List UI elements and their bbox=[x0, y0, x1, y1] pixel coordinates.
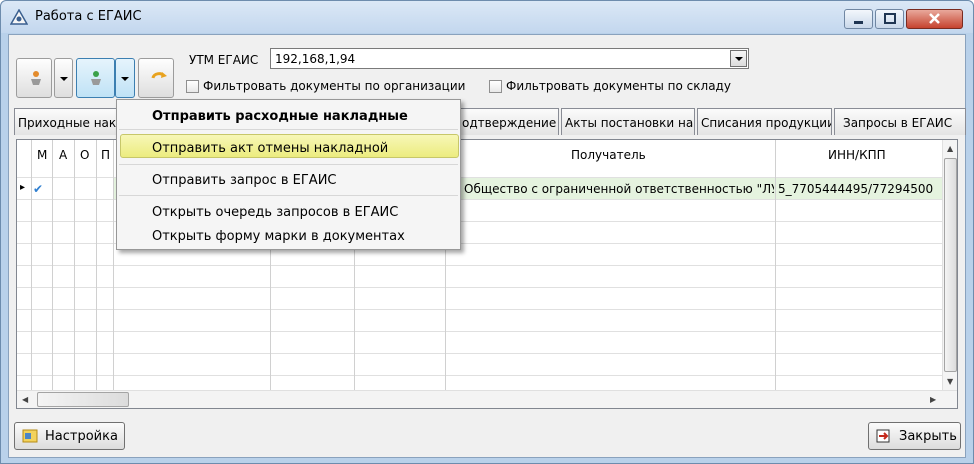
close-label: Закрыть bbox=[899, 429, 957, 444]
title-bar[interactable]: Работа с ЕГАИС bbox=[1, 1, 973, 33]
menu-separator bbox=[119, 164, 458, 165]
exit-icon bbox=[876, 429, 890, 443]
grid-line bbox=[96, 140, 97, 390]
grid-line bbox=[17, 331, 943, 332]
grid-line bbox=[775, 140, 776, 390]
close-window-button[interactable] bbox=[906, 9, 963, 29]
utm-dropdown-button[interactable] bbox=[730, 50, 747, 67]
send-button[interactable] bbox=[76, 58, 115, 98]
horizontal-scrollbar[interactable]: ◀ ▶ bbox=[17, 390, 957, 408]
grid-line bbox=[31, 140, 32, 390]
column-header-o[interactable]: О bbox=[80, 148, 89, 162]
receive-dropdown-button[interactable] bbox=[54, 58, 73, 98]
scroll-down-icon[interactable]: ▼ bbox=[947, 377, 953, 386]
column-header-inn[interactable]: ИНН/КПП bbox=[828, 148, 886, 162]
grid-line bbox=[17, 375, 943, 376]
grid-line bbox=[17, 309, 943, 310]
close-icon bbox=[929, 13, 940, 24]
grid-line bbox=[52, 140, 53, 390]
maximize-button[interactable] bbox=[875, 9, 904, 29]
grid-line bbox=[74, 140, 75, 390]
menu-item-send-request[interactable]: Отправить запрос в ЕГАИС bbox=[152, 173, 337, 188]
grid-line bbox=[113, 140, 114, 390]
scroll-left-icon[interactable]: ◀ bbox=[22, 395, 28, 404]
grid-line bbox=[17, 353, 943, 354]
grid-line bbox=[17, 287, 943, 288]
column-header-p[interactable]: П bbox=[101, 148, 110, 162]
menu-item-open-mark-form[interactable]: Открыть форму марки в документах bbox=[152, 229, 405, 244]
receive-button[interactable] bbox=[16, 58, 52, 98]
upload-icon bbox=[91, 71, 101, 85]
chevron-down-icon bbox=[121, 77, 129, 81]
utm-label: УТМ ЕГАИС bbox=[189, 53, 259, 67]
row-marker-icon: ▸ bbox=[20, 182, 26, 193]
app-icon bbox=[10, 9, 28, 25]
window-title: Работа с ЕГАИС bbox=[35, 9, 142, 24]
tab-writeoffs[interactable]: Списания продукции bbox=[697, 108, 832, 135]
minimize-icon bbox=[854, 21, 863, 24]
minimize-button[interactable] bbox=[844, 9, 873, 29]
scroll-up-icon[interactable]: ▲ bbox=[947, 144, 953, 153]
row-cell-inn: 5_7705444495/77294500 bbox=[778, 182, 934, 196]
menu-separator bbox=[119, 129, 458, 130]
scroll-right-icon[interactable]: ▶ bbox=[930, 395, 936, 404]
tab-egais-requests[interactable]: Запросы в ЕГАИС bbox=[834, 108, 966, 135]
row-cell-recipient: Общество с ограниченной ответственностью… bbox=[464, 182, 774, 196]
settings-icon bbox=[22, 429, 38, 443]
vertical-scroll-thumb[interactable] bbox=[944, 158, 957, 372]
menu-item-open-queue[interactable]: Открыть очередь запросов в ЕГАИС bbox=[152, 205, 398, 220]
utm-value: 192,168,1,94 bbox=[275, 52, 356, 66]
checkbox-box[interactable] bbox=[186, 79, 199, 93]
settings-label: Настройка bbox=[45, 429, 118, 444]
refresh-arrow-icon bbox=[151, 72, 167, 79]
horizontal-scroll-thumb[interactable] bbox=[37, 392, 129, 407]
filter-warehouse-checkbox[interactable]: Фильтровать документы по складу bbox=[489, 79, 731, 93]
settings-button[interactable]: Настройка bbox=[14, 422, 125, 450]
main-window: Работа с ЕГАИС УТМ ЕГАИС 192,168,1,94 Фи… bbox=[0, 0, 974, 464]
maximize-icon bbox=[884, 13, 896, 24]
column-header-recipient[interactable]: Получатель bbox=[571, 148, 646, 162]
menu-item-send-cancel-act[interactable]: Отправить акт отмены накладной bbox=[152, 141, 388, 156]
utm-select[interactable]: 192,168,1,94 bbox=[270, 48, 749, 69]
filter-warehouse-label: Фильтровать документы по складу bbox=[506, 79, 731, 93]
refresh-button[interactable] bbox=[138, 58, 174, 98]
checkmark-icon: ✔ bbox=[33, 182, 44, 196]
tab-balance-acts[interactable]: Акты постановки на баланс bbox=[561, 108, 695, 135]
menu-item-send-invoices[interactable]: Отправить расходные накладные bbox=[152, 109, 408, 124]
download-icon bbox=[31, 71, 41, 85]
send-dropdown-menu: Отправить расходные накладные Отправить … bbox=[116, 99, 461, 250]
send-dropdown-button[interactable] bbox=[115, 58, 135, 98]
close-button[interactable]: Закрыть bbox=[868, 422, 961, 450]
chevron-down-icon bbox=[60, 77, 68, 81]
vertical-scrollbar[interactable]: ▲ ▼ bbox=[942, 140, 957, 390]
column-header-a[interactable]: А bbox=[59, 148, 67, 162]
menu-separator bbox=[119, 195, 458, 196]
column-header-m[interactable]: М bbox=[37, 148, 47, 162]
grid-line bbox=[17, 265, 943, 266]
filter-org-checkbox[interactable]: Фильтровать документы по организации bbox=[186, 79, 465, 93]
checkbox-box[interactable] bbox=[489, 79, 502, 93]
chevron-down-icon bbox=[735, 57, 743, 61]
filter-org-label: Фильтровать документы по организации bbox=[203, 79, 466, 93]
tab-incoming[interactable]: Приходные накладные bbox=[14, 108, 118, 135]
